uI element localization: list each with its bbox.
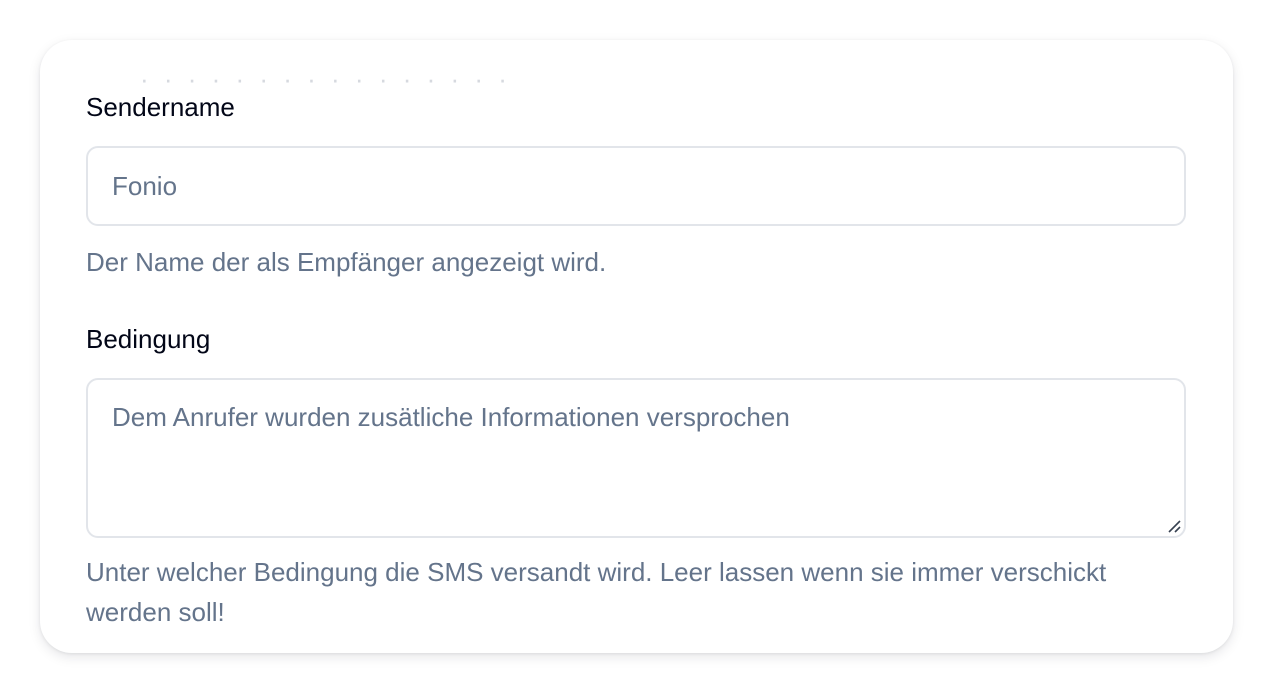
sender-name-value: Fonio — [112, 170, 178, 201]
sender-name-label: Sendername — [86, 92, 235, 122]
resize-handle-icon[interactable] — [1166, 518, 1182, 534]
condition-placeholder: Dem Anrufer wurden zusätliche Informatio… — [112, 402, 790, 432]
condition-help-text: Unter welcher Bedingung die SMS versandt… — [86, 557, 1107, 627]
clipped-previous-content: · · · · · · · · · · · · · · · · — [140, 74, 511, 84]
condition-label: Bedingung — [86, 324, 211, 354]
sender-name-input[interactable]: Fonio — [86, 146, 1186, 226]
sender-name-field: Sendername Fonio Der Name der als Empfän… — [86, 92, 1186, 282]
condition-textarea[interactable]: Dem Anrufer wurden zusätliche Informatio… — [86, 378, 1186, 538]
sms-settings-card: · · · · · · · · · · · · · · · · Senderna… — [40, 40, 1233, 653]
sender-name-help-text: Der Name der als Empfänger angezeigt wir… — [86, 247, 607, 277]
condition-field: Bedingung Dem Anrufer wurden zusätliche … — [86, 324, 1186, 632]
